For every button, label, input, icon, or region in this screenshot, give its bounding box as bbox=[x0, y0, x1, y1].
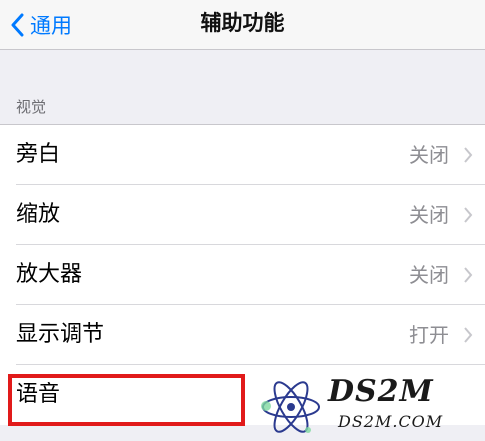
atom-logo-icon bbox=[258, 376, 324, 441]
chevron-right-icon bbox=[463, 207, 473, 227]
row-zoom[interactable]: 缩放 关闭 bbox=[0, 185, 485, 245]
watermark: DS2M DS2M.COM bbox=[258, 374, 478, 436]
row-label: 旁白 bbox=[16, 142, 61, 167]
row-value: 关闭 bbox=[409, 263, 449, 287]
row-value: 关闭 bbox=[409, 143, 449, 167]
chevron-right-icon bbox=[463, 327, 473, 347]
row-label: 放大器 bbox=[16, 262, 83, 287]
highlight-box bbox=[8, 374, 245, 426]
watermark-brand: DS2M bbox=[328, 374, 434, 409]
row-voiceover[interactable]: 旁白 关闭 bbox=[0, 125, 485, 185]
page-title: 辅助功能 bbox=[200, 11, 285, 35]
row-label: 缩放 bbox=[16, 202, 61, 227]
row-label: 显示调节 bbox=[16, 322, 105, 347]
row-magnifier[interactable]: 放大器 关闭 bbox=[0, 245, 485, 305]
watermark-url: DS2M.COM bbox=[338, 412, 444, 431]
section-header-vision: 视觉 bbox=[16, 98, 47, 116]
chevron-right-icon bbox=[463, 267, 473, 287]
nav-bar: 通用 辅助功能 bbox=[0, 0, 485, 50]
row-value: 关闭 bbox=[409, 203, 449, 227]
row-value: 打开 bbox=[409, 323, 449, 347]
row-display-accommodations[interactable]: 显示调节 打开 bbox=[0, 305, 485, 365]
chevron-right-icon bbox=[463, 147, 473, 167]
